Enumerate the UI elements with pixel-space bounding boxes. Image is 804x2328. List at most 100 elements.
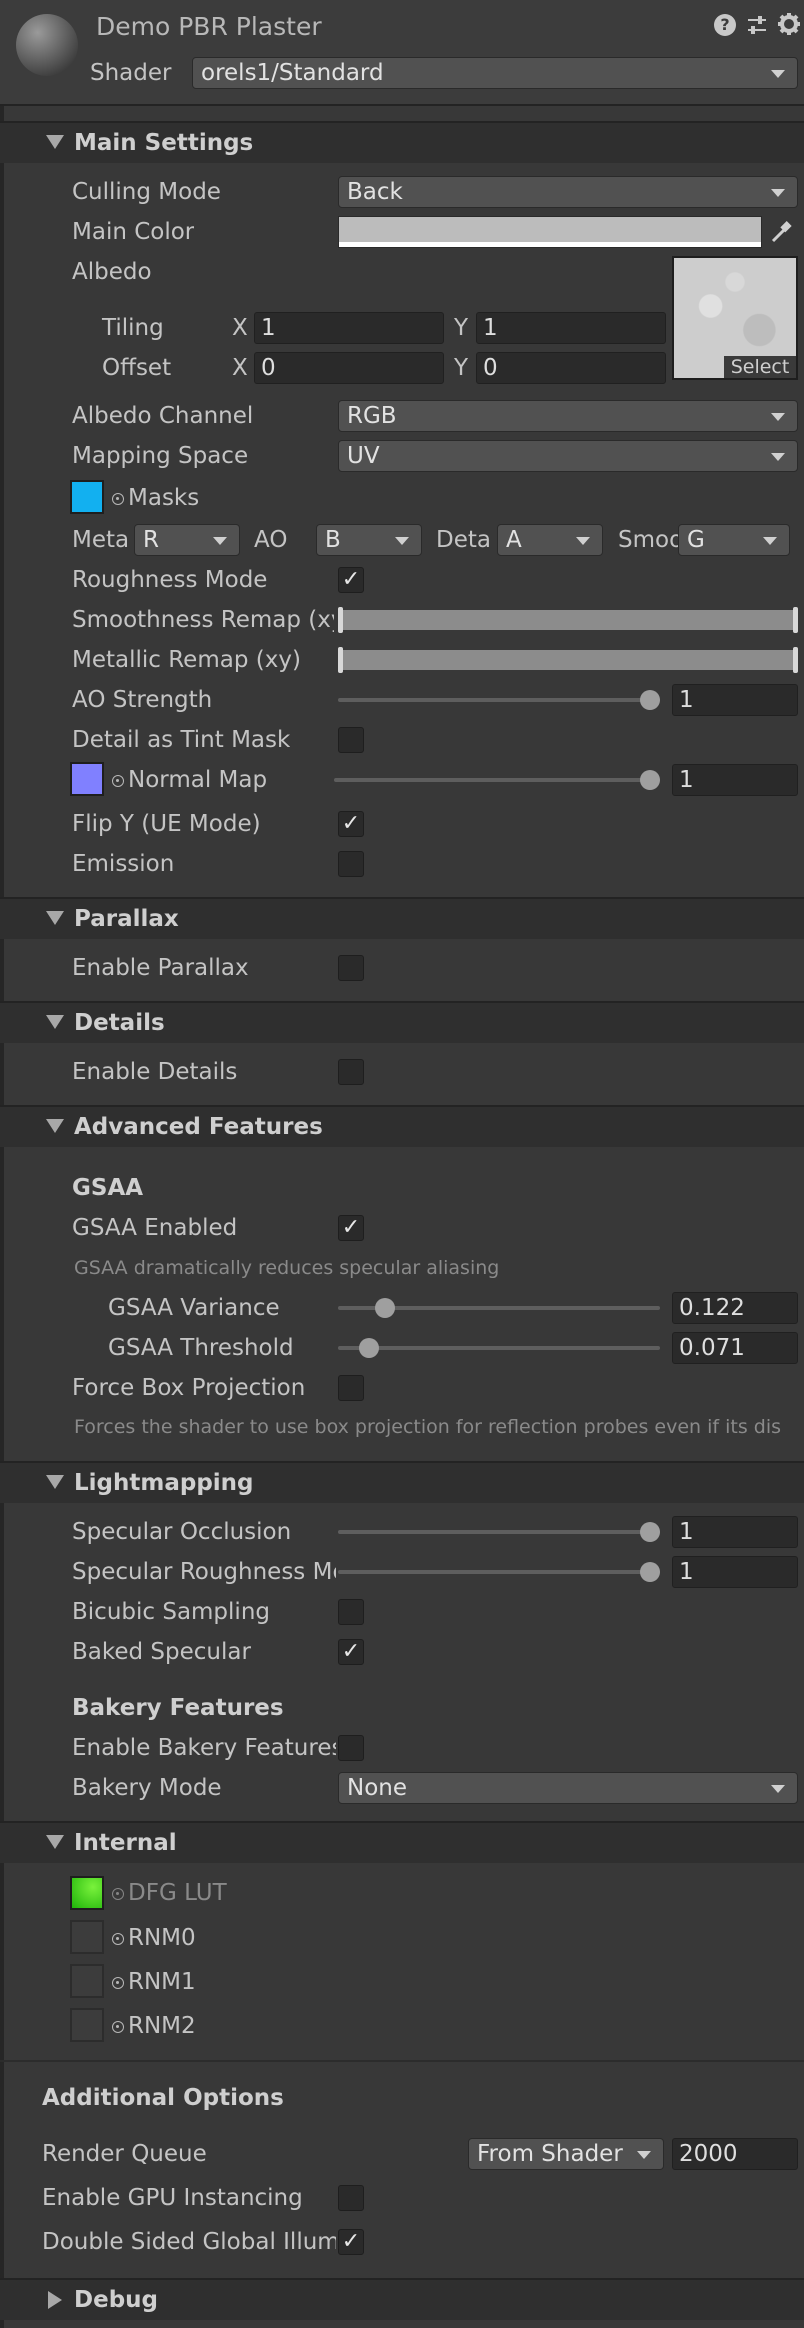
rnm2-row: RNM2	[112, 2006, 196, 2046]
mapping-space-dropdown[interactable]: UV	[338, 440, 798, 472]
object-picker-icon[interactable]	[112, 1888, 124, 1900]
range-max-handle[interactable]	[793, 607, 798, 633]
albedo-channel-dropdown[interactable]: RGB	[338, 400, 798, 432]
gsaa-threshold-slider[interactable]	[338, 1346, 660, 1350]
specular-roughness-knob[interactable]	[640, 1562, 660, 1582]
enable-details-label: Enable Details	[72, 1059, 238, 1085]
offset-y-field[interactable]: 0	[476, 352, 666, 384]
emission-checkbox[interactable]	[338, 851, 364, 877]
internal-header[interactable]: Internal	[0, 1821, 804, 1863]
object-picker-icon[interactable]	[112, 1933, 124, 1945]
tiling-y-field[interactable]: 1	[476, 312, 666, 344]
albedo-texture-slot[interactable]: Select	[672, 256, 798, 380]
enable-bakery-label: Enable Bakery Features	[72, 1735, 336, 1761]
meta-channel-value: R	[143, 527, 159, 553]
specular-occlusion-field[interactable]: 1	[672, 1516, 798, 1548]
object-picker-icon[interactable]	[112, 775, 124, 787]
detail-channel-dropdown[interactable]: A	[497, 524, 603, 556]
rnm1-texture-swatch[interactable]	[70, 1964, 104, 1998]
specular-roughness-field[interactable]: 1	[672, 1556, 798, 1588]
enable-parallax-checkbox[interactable]	[338, 955, 364, 981]
force-box-projection-checkbox[interactable]	[338, 1375, 364, 1401]
specular-occlusion-slider[interactable]	[338, 1530, 660, 1534]
normal-map-texture-swatch[interactable]	[70, 762, 104, 796]
offset-label: Offset	[102, 355, 172, 381]
main-settings-header[interactable]: Main Settings	[0, 121, 804, 163]
main-color-field[interactable]	[338, 216, 762, 248]
rnm2-texture-swatch[interactable]	[70, 2008, 104, 2042]
normal-map-field[interactable]: 1	[672, 764, 798, 796]
culling-mode-value: Back	[347, 179, 403, 205]
smoothness-remap-slider[interactable]	[338, 607, 798, 633]
debug-header[interactable]: Debug	[0, 2278, 804, 2320]
masks-texture-swatch[interactable]	[70, 480, 104, 514]
enable-details-checkbox[interactable]	[338, 1059, 364, 1085]
ao-strength-slider[interactable]	[338, 698, 660, 702]
render-queue-mode-dropdown[interactable]: From Shader	[468, 2138, 664, 2170]
offset-x-field[interactable]: 0	[254, 352, 444, 384]
roughness-mode-checkbox[interactable]: ✓	[338, 567, 364, 593]
settings-gear-icon[interactable]	[777, 12, 801, 36]
gsaa-threshold-knob[interactable]	[359, 1338, 380, 1358]
rnm0-texture-swatch[interactable]	[70, 1920, 104, 1954]
advanced-features-header[interactable]: Advanced Features	[0, 1105, 804, 1147]
object-picker-icon[interactable]	[112, 2021, 124, 2033]
shader-dropdown[interactable]: orels1/Standard	[192, 57, 798, 89]
ao-strength-field[interactable]: 1	[672, 684, 798, 716]
range-min-handle[interactable]	[338, 647, 343, 673]
render-queue-field[interactable]: 2000	[672, 2138, 798, 2170]
chevron-down-icon	[395, 537, 409, 545]
gsaa-variance-knob[interactable]	[374, 1298, 395, 1318]
section-title: Lightmapping	[74, 1470, 254, 1496]
offset-y-label: Y	[454, 355, 469, 381]
dfg-lut-label: DFG LUT	[128, 1880, 227, 1906]
chevron-down-icon	[771, 453, 785, 461]
normal-map-slider[interactable]	[334, 778, 660, 782]
lightmapping-header[interactable]: Lightmapping	[0, 1461, 804, 1503]
gsaa-enabled-checkbox[interactable]: ✓	[338, 1215, 364, 1241]
albedo-label: Albedo	[72, 259, 152, 285]
range-min-handle[interactable]	[338, 607, 343, 633]
help-icon[interactable]: ?	[714, 14, 736, 36]
specular-occlusion-label: Specular Occlusion	[72, 1519, 292, 1545]
object-picker-icon[interactable]	[112, 493, 124, 505]
details-header[interactable]: Details	[0, 1001, 804, 1043]
shader-label: Shader	[90, 60, 172, 86]
gsaa-threshold-field[interactable]: 0.071	[672, 1332, 798, 1364]
bakery-mode-dropdown[interactable]: None	[338, 1772, 798, 1804]
gsaa-variance-field[interactable]: 0.122	[672, 1292, 798, 1324]
force-box-projection-label: Force Box Projection	[72, 1375, 306, 1401]
dfg-lut-texture-swatch[interactable]	[70, 1876, 104, 1910]
material-preview-sphere	[16, 14, 78, 76]
specular-occlusion-knob[interactable]	[640, 1522, 660, 1542]
bicubic-sampling-checkbox[interactable]	[338, 1599, 364, 1625]
gpu-instancing-checkbox[interactable]	[338, 2185, 364, 2211]
detail-tint-mask-checkbox[interactable]	[338, 727, 364, 753]
meta-label: Meta	[72, 527, 130, 553]
specular-roughness-slider[interactable]	[338, 1570, 660, 1574]
meta-channel-dropdown[interactable]: R	[134, 524, 240, 556]
enable-bakery-checkbox[interactable]	[338, 1735, 364, 1761]
range-max-handle[interactable]	[793, 647, 798, 673]
bakery-features-heading: Bakery Features	[72, 1695, 284, 1721]
ao-strength-knob[interactable]	[640, 690, 660, 710]
double-sided-gi-checkbox[interactable]: ✓	[338, 2229, 364, 2255]
tiling-x-field[interactable]: 1	[254, 312, 444, 344]
texture-select-button[interactable]: Select	[724, 356, 796, 378]
chevron-down-icon	[213, 537, 227, 545]
gsaa-enabled-label: GSAA Enabled	[72, 1215, 238, 1241]
culling-mode-dropdown[interactable]: Back	[338, 176, 798, 208]
object-picker-icon[interactable]	[112, 1977, 124, 1989]
parallax-header[interactable]: Parallax	[0, 897, 804, 939]
gsaa-heading: GSAA	[72, 1175, 144, 1201]
flip-y-checkbox[interactable]: ✓	[338, 811, 364, 837]
baked-specular-checkbox[interactable]: ✓	[338, 1639, 364, 1665]
metallic-remap-slider[interactable]	[338, 647, 798, 673]
eyedropper-icon[interactable]	[764, 216, 798, 248]
smoothness-remap-label: Smoothness Remap (xy)	[72, 607, 334, 633]
normal-map-knob[interactable]	[640, 770, 660, 790]
smoothness-channel-dropdown[interactable]: G	[678, 524, 790, 556]
detail-tint-mask-label: Detail as Tint Mask	[72, 727, 291, 753]
ao-channel-dropdown[interactable]: B	[316, 524, 422, 556]
preset-sliders-icon[interactable]	[746, 14, 768, 36]
